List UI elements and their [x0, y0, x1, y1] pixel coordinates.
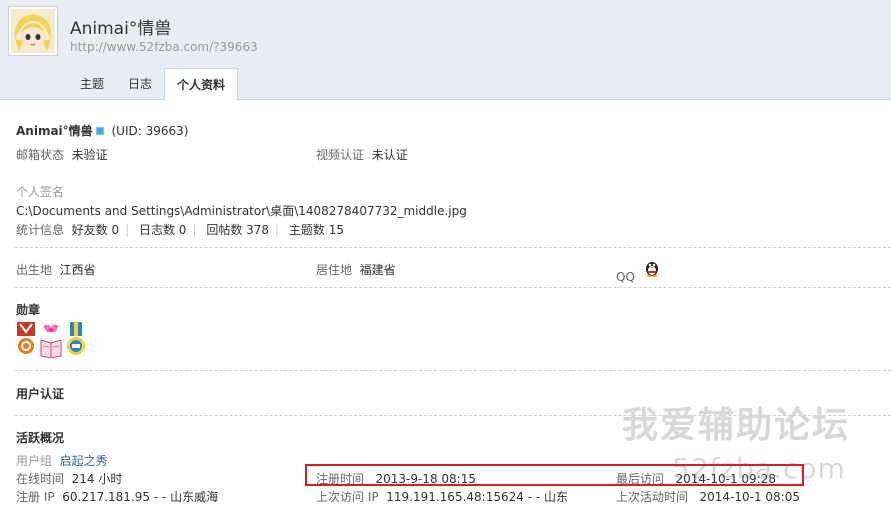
stat-divider: | [192, 223, 197, 237]
stat-friends[interactable]: 好友数 0 [72, 223, 119, 237]
medal-ribbon-icon[interactable] [65, 322, 87, 358]
avatar[interactable] [8, 6, 58, 56]
stats-label: 统计信息 [16, 223, 65, 237]
residence-value: 福建省 [359, 263, 396, 277]
stat-replies[interactable]: 回帖数 378 [206, 223, 269, 237]
last-ip-row: 上次访问 IP 119.191.165.48:15624 - - 山东 [316, 488, 568, 505]
stat-blogs[interactable]: 日志数 0 [139, 223, 186, 237]
stat-threads[interactable]: 主题数 15 [289, 223, 344, 237]
qq-label: QQ [616, 270, 635, 284]
avatar-image [11, 9, 55, 53]
medal-list [15, 322, 87, 358]
divider [15, 247, 891, 248]
user-group-label: 用户组 [16, 454, 53, 468]
stat-divider: | [125, 223, 130, 237]
residence-label: 居住地 [316, 263, 353, 277]
stats-row: 统计信息 好友数 0 | 日志数 0 | 回帖数 378 | 主题数 15 [16, 221, 344, 238]
register-ip-value: 60.217.181.95 - - 山东威海 [62, 490, 219, 504]
email-status-value: 未验证 [71, 148, 108, 162]
qq-row: QQ [616, 259, 661, 284]
medals-title: 勋章 [16, 303, 41, 317]
signature-label: 个人签名 [16, 183, 64, 200]
profile-name: Animai°情兽 [70, 19, 172, 39]
register-ip-row: 注册 IP 60.217.181.95 - - 山东威海 [16, 488, 218, 505]
video-auth-row: 视频认证 未认证 [316, 146, 408, 163]
residence-row: 居住地 福建省 [316, 261, 396, 278]
birthplace-row: 出生地 江西省 [16, 261, 96, 278]
birthplace-label: 出生地 [16, 263, 53, 277]
signature-value: C:\Documents and Settings\Administrator\… [16, 204, 467, 218]
register-ip-label: 注册 IP [16, 490, 55, 504]
highlight-box [305, 464, 804, 486]
last-active-row: 上次活动时间 2014-10-1 08:05 [616, 488, 800, 505]
online-time-label: 在线时间 [16, 472, 65, 486]
signature-label-text: 个人签名 [16, 185, 65, 199]
auth-title: 用户认证 [16, 387, 65, 401]
online-time-row: 在线时间 214 小时 [16, 470, 122, 487]
video-auth-label: 视频认证 [316, 148, 365, 162]
basic-username: Animai°情兽 [16, 124, 93, 138]
tab-profile[interactable]: 个人资料 [164, 68, 239, 101]
profile-header: Animai°情兽 http://www.52fzba.com/?39663 主… [0, 0, 891, 101]
basic-name-row: Animai°情兽 (UID: 39663) [16, 122, 188, 139]
birthplace-value: 江西省 [59, 263, 96, 277]
last-active-label: 上次活动时间 [616, 490, 689, 504]
tab-threads[interactable]: 主题 [68, 68, 116, 100]
qq-penguin-icon[interactable] [643, 259, 661, 277]
last-active-value: 2014-10-1 08:05 [699, 490, 800, 504]
stat-divider: | [275, 223, 280, 237]
last-ip-value: 119.191.165.48:15624 - - 山东 [386, 490, 568, 504]
last-ip-label: 上次访问 IP [316, 490, 379, 504]
video-auth-value: 未认证 [371, 148, 408, 162]
divider [15, 287, 891, 288]
online-status-icon [95, 127, 104, 135]
online-time-value: 214 小时 [71, 472, 123, 486]
activity-title: 活跃概况 [16, 431, 65, 445]
user-group-link[interactable]: 启起之秀 [60, 454, 108, 468]
basic-uid: (UID: 39663) [111, 124, 189, 138]
profile-tabs: 主题 日志 个人资料 [68, 68, 239, 101]
watermark-title: 我爱辅助论坛 [622, 405, 851, 446]
medal-book-icon[interactable] [40, 322, 62, 358]
divider [15, 370, 891, 371]
email-status-row: 邮箱状态 未验证 [16, 146, 108, 163]
user-group-row: 用户组 启起之秀 [16, 452, 108, 469]
profile-url[interactable]: http://www.52fzba.com/?39663 [70, 40, 258, 54]
email-status-label: 邮箱状态 [16, 148, 65, 162]
tab-blog[interactable]: 日志 [116, 68, 164, 100]
medal-badge-icon[interactable] [15, 322, 37, 358]
